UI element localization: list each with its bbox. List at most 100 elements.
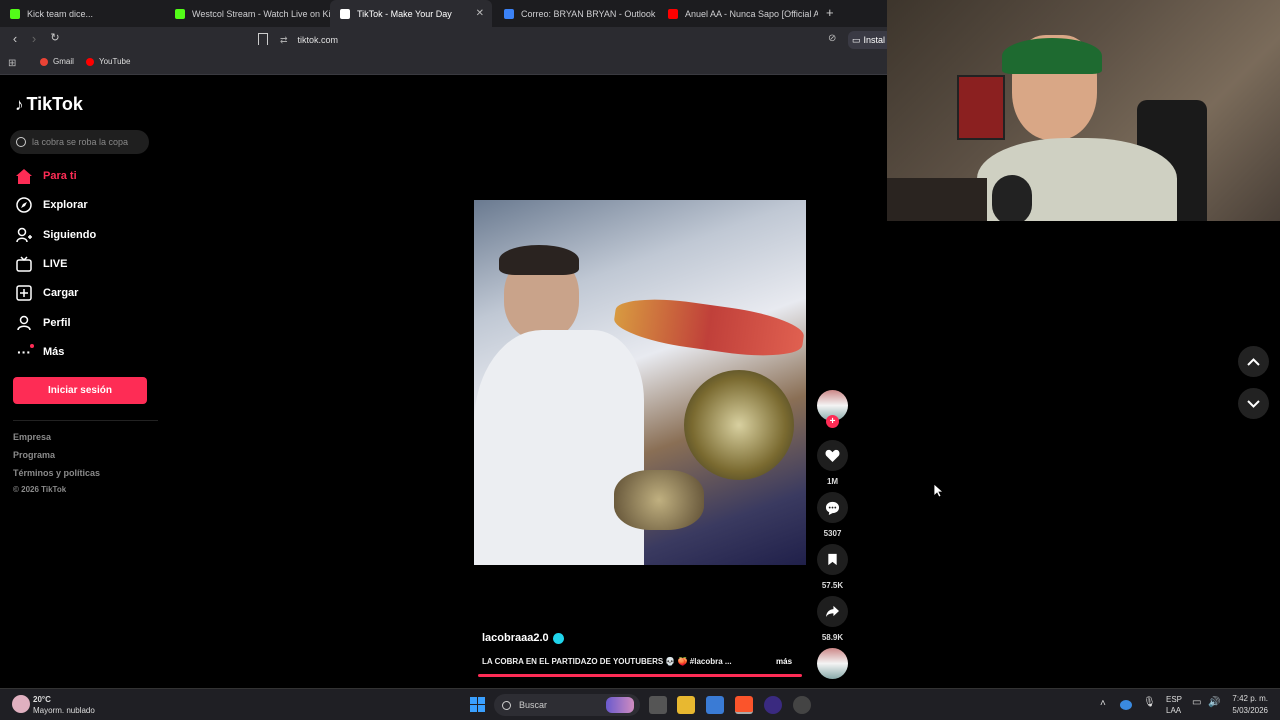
nav-item-explorar[interactable]: Explorar	[15, 194, 88, 216]
chevron-up-icon	[1247, 357, 1260, 366]
more-link[interactable]: más	[776, 657, 792, 666]
mouse-cursor-icon	[934, 484, 943, 498]
back-icon[interactable]: ‹	[6, 31, 24, 46]
bookmark-icon[interactable]	[258, 33, 268, 45]
chevron-down-icon	[1247, 399, 1260, 408]
nav-item-para-ti[interactable]: Para ti	[15, 165, 77, 187]
green-cap	[1002, 38, 1102, 74]
taskbar-search[interactable]: Buscar	[494, 694, 640, 716]
more-icon: ···	[15, 343, 34, 361]
microphone	[992, 175, 1032, 221]
like-button[interactable]	[817, 440, 848, 471]
cast-off-icon[interactable]: ⊘	[828, 33, 836, 44]
like-count: 1M	[826, 477, 839, 486]
search-input[interactable]: la cobra se roba la copa	[10, 130, 149, 154]
volume-icon[interactable]: 🔊	[1208, 697, 1220, 708]
nav-item-siguiendo[interactable]: Siguiendo	[15, 224, 96, 246]
gmail-icon	[40, 57, 48, 66]
weather-icon[interactable]	[12, 695, 30, 713]
tab-title: Anuel AA - Nunca Sapo [Official Aud	[685, 8, 818, 19]
tray-chevron-up-icon[interactable]: ˄	[1100, 698, 1106, 709]
share-button[interactable]	[817, 596, 848, 627]
tiktok-note-icon: ♪	[15, 94, 24, 114]
weather-temp: 20°C	[33, 695, 51, 704]
next-video-button[interactable]	[1238, 388, 1269, 419]
tab-title: Westcol Stream - Watch Live on Kick	[192, 8, 330, 19]
save-count: 57.5K	[821, 581, 844, 590]
weather-desc: Mayorm. nublado	[33, 706, 95, 715]
app-icon[interactable]	[764, 696, 782, 714]
tab-title: Correo: BRYAN BRYAN - Outlook	[521, 8, 656, 19]
profile-icon	[15, 314, 33, 332]
language-indicator[interactable]: ESP	[1166, 695, 1182, 704]
browser-tab[interactable]: Correo: BRYAN BRYAN - Outlook	[494, 0, 656, 27]
comment-button[interactable]	[817, 492, 848, 523]
share-count: 58.9K	[821, 633, 844, 642]
browser-tab[interactable]: Anuel AA - Nunca Sapo [Official Aud	[658, 0, 818, 27]
tab-title: TikTok - Make Your Day	[357, 8, 452, 19]
trophy-base	[614, 470, 704, 530]
search-icon	[16, 137, 26, 147]
verified-badge-icon	[552, 632, 564, 644]
kick-icon	[175, 8, 185, 19]
copyright: © 2026 TikTok	[13, 485, 67, 494]
browser-tab[interactable]: Westcol Stream - Watch Live on Kick	[165, 0, 330, 27]
video-caption: LA COBRA EN EL PARTIDAZO DE YOUTUBERS 💀 …	[482, 657, 732, 666]
login-button[interactable]: Iniciar sesión	[13, 377, 147, 404]
store-icon[interactable]	[706, 696, 724, 714]
bookmark-gmail[interactable]: Gmail	[40, 57, 74, 66]
tiktok-logo[interactable]: ♪ TikTok	[15, 94, 83, 115]
footer-link-terminos[interactable]: Términos y políticas	[13, 468, 100, 478]
microphone-icon[interactable]: 🎙	[1143, 697, 1156, 708]
nav-item-cargar[interactable]: Cargar	[15, 282, 78, 304]
follow-plus-icon[interactable]: +	[826, 415, 839, 428]
onedrive-icon[interactable]	[1120, 700, 1132, 710]
comment-count: 5307	[823, 529, 842, 538]
browser-tab-active[interactable]: TikTok - Make Your Day ✕	[330, 0, 492, 27]
sound-avatar[interactable]	[817, 648, 848, 679]
windows-taskbar: 20°C Mayorm. nublado Buscar ˄ 🎙 ESP LAA …	[0, 688, 1280, 720]
forward-icon[interactable]: ›	[25, 31, 43, 46]
save-button[interactable]	[817, 544, 848, 575]
search-icon	[502, 700, 511, 710]
footer-link-programa[interactable]: Programa	[13, 450, 55, 460]
live-icon	[15, 255, 33, 273]
windows-start-icon[interactable]	[470, 697, 485, 712]
nav-item-live[interactable]: LIVE	[15, 253, 67, 275]
clock-time[interactable]: 7:42 p. m.	[1232, 694, 1268, 703]
reload-icon[interactable]: ↻	[46, 31, 64, 44]
nav-item-perfil[interactable]: Perfil	[15, 312, 71, 334]
install-icon: ▭	[852, 34, 861, 45]
outlook-icon	[504, 8, 514, 19]
browser-nav-bar: ‹ › ↻ ⇄ tiktok.com ⊘ ▭ Instal	[0, 27, 887, 53]
footer-link-empresa[interactable]: Empresa	[13, 432, 51, 442]
install-button[interactable]: ▭ Instal	[848, 31, 887, 49]
video-progress-bar[interactable]	[478, 674, 802, 677]
brave-browser-icon[interactable]	[735, 696, 753, 714]
new-tab-icon[interactable]: +	[826, 5, 834, 20]
network-icon[interactable]: ▭	[1192, 697, 1201, 708]
browser-tab[interactable]: Kick team dice...	[0, 0, 165, 27]
apps-grid-icon[interactable]: ⊞	[8, 58, 16, 69]
nav-item-mas[interactable]: ··· Más	[15, 341, 64, 363]
site-info-icon[interactable]: ⇄	[280, 35, 288, 46]
divider	[13, 420, 158, 421]
file-explorer-icon[interactable]	[677, 696, 695, 714]
task-view-icon[interactable]	[649, 696, 667, 714]
home-icon	[15, 167, 33, 185]
settings-icon[interactable]	[793, 696, 811, 714]
video-player-hair	[499, 245, 579, 275]
keyboard-layout[interactable]: LAA	[1166, 706, 1181, 715]
close-tab-icon[interactable]: ✕	[476, 8, 484, 19]
youtube-icon	[86, 57, 94, 66]
following-icon	[15, 226, 33, 244]
search-placeholder: la cobra se roba la copa	[32, 137, 129, 147]
bookmark-youtube[interactable]: YouTube	[86, 57, 130, 66]
clock-date[interactable]: 5/03/2026	[1228, 706, 1268, 715]
browser-tab-bar: Kick team dice... Westcol Stream - Watch…	[0, 0, 887, 27]
previous-video-button[interactable]	[1238, 346, 1269, 377]
video-player[interactable]	[474, 200, 806, 565]
url-text: tiktok.com	[297, 35, 339, 45]
video-author[interactable]: lacobraaa2.0	[482, 632, 564, 644]
address-bar[interactable]: ⇄ tiktok.com	[280, 31, 840, 49]
